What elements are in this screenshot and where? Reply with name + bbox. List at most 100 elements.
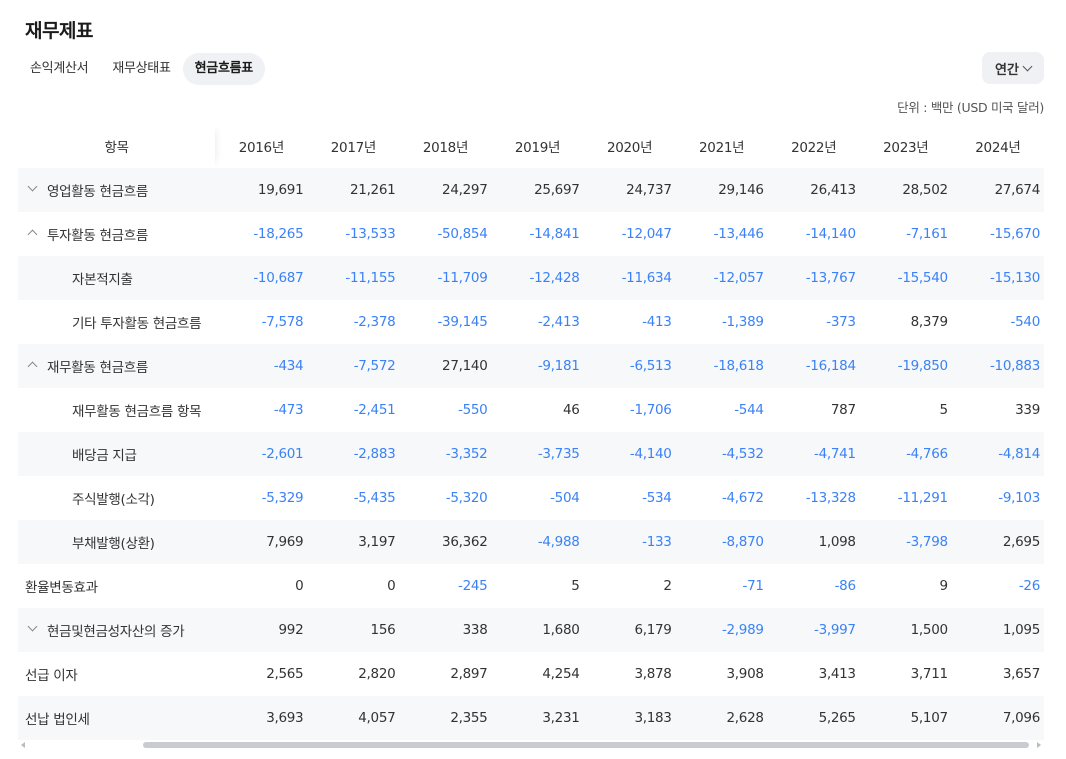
- value-cell: 3,693: [215, 696, 308, 740]
- cash-flow-table-container[interactable]: 항목 2016년 2017년 2018년 2019년 2020년 2021년 2…: [18, 124, 1044, 740]
- value-cell: 9: [939, 578, 949, 594]
- tab-income-statement[interactable]: 손익계산서: [18, 53, 100, 85]
- scrollbar-thumb[interactable]: [143, 742, 1029, 748]
- row-label-cell[interactable]: 재무활동 현금흐름: [18, 344, 216, 388]
- value-cell: -15,540: [859, 256, 952, 300]
- value-cell: -9,103: [998, 490, 1040, 506]
- chevron-down-icon[interactable]: [27, 181, 38, 192]
- value-cell: 46: [562, 402, 580, 418]
- period-label: 연간: [995, 62, 1019, 78]
- table-row[interactable]: 재무활동 현금흐름 -434 -7,572 27,140 -9,181 -6,513 -18…: [18, 344, 1044, 388]
- value-cell: 4,057: [307, 696, 400, 740]
- value-cell: -86: [834, 578, 856, 594]
- table-row: 선납 법인세 3,693 4,057 2,355 3,231 3,183 2,628 5,26…: [18, 696, 1044, 740]
- value-cell: 4,254: [542, 666, 580, 682]
- value-cell: -4,672: [721, 490, 764, 506]
- value-cell: -5,320: [445, 490, 488, 506]
- table-row[interactable]: 투자활동 현금흐름 -18,265 -13,533 -50,854 -14,841 -12…: [18, 212, 1044, 256]
- value-cell: 5,265: [767, 696, 860, 740]
- value-cell: 3,657: [1002, 666, 1040, 682]
- cash-flow-table: 항목 2016년 2017년 2018년 2019년 2020년 2021년 2…: [18, 124, 1044, 740]
- value-cell: 21,261: [307, 168, 400, 212]
- tab-cash-flow[interactable]: 현금흐름표: [182, 53, 265, 85]
- value-cell: -3,735: [491, 432, 584, 476]
- value-cell: -12,057: [675, 256, 768, 300]
- value-cell: -2,451: [353, 402, 396, 418]
- table-row: 부채발행(상환) 7,969 3,197 36,362 -4,988 -133 -8,870…: [18, 520, 1044, 564]
- value-cell: -13,446: [713, 226, 764, 242]
- value-cell: 3,878: [634, 666, 672, 682]
- value-cell: -550: [458, 402, 488, 418]
- table-row[interactable]: 현금및현금성자산의 증가 992 156 338 1,680 6,179 -2,989 -3,…: [18, 608, 1044, 652]
- row-label: 현금및현금성자산의 증가: [47, 624, 185, 640]
- value-cell: -3,997: [767, 608, 860, 652]
- column-header-year: 2019년: [514, 140, 561, 156]
- row-label-cell[interactable]: 투자활동 현금흐름: [18, 212, 215, 256]
- value-cell: 1,500: [859, 608, 952, 652]
- table-row[interactable]: 영업활동 현금흐름 19,691 21,261 24,297 25,697 24,737 2…: [18, 168, 1044, 212]
- value-cell: -39,145: [437, 314, 488, 330]
- scroll-right-arrow-icon[interactable]: [1037, 742, 1041, 748]
- value-cell: -50,854: [437, 226, 488, 242]
- period-dropdown[interactable]: 연간: [982, 52, 1044, 84]
- column-header-year: 2020년: [606, 140, 653, 156]
- row-label-cell: 재무활동 현금흐름 항목: [18, 388, 215, 432]
- row-label: 선급 이자: [25, 668, 78, 684]
- column-header-year: 2016년: [238, 140, 285, 156]
- scroll-left-arrow-icon[interactable]: [21, 742, 25, 748]
- row-label: 기타 투자활동 현금흐름: [72, 316, 202, 332]
- horizontal-scrollbar[interactable]: [18, 740, 1044, 750]
- value-cell: -18,265: [253, 226, 304, 242]
- value-cell: -4,741: [767, 432, 860, 476]
- value-cell: 2,628: [675, 696, 768, 740]
- value-cell: -2,883: [307, 432, 400, 476]
- value-cell: -15,670: [989, 226, 1040, 242]
- chevron-up-icon[interactable]: [27, 361, 38, 372]
- value-cell: 3,183: [583, 696, 676, 740]
- value-cell: 3,413: [818, 666, 856, 682]
- row-label-cell: 환율변동효과: [18, 564, 215, 608]
- value-cell: 339: [1015, 402, 1040, 418]
- value-cell: -2,378: [353, 314, 396, 330]
- row-label-cell[interactable]: 영업활동 현금흐름: [18, 168, 216, 212]
- value-cell: -7,578: [261, 314, 304, 330]
- value-cell: 6,179: [583, 608, 676, 652]
- value-cell: -504: [550, 490, 580, 506]
- value-cell: 5,107: [859, 696, 952, 740]
- column-header-year: 2018년: [422, 140, 469, 156]
- value-cell: -13,767: [767, 256, 860, 300]
- value-cell: -2,601: [215, 432, 308, 476]
- chevron-down-icon[interactable]: [27, 621, 38, 632]
- value-cell: -540: [1010, 314, 1041, 330]
- value-cell: -1,389: [721, 314, 764, 330]
- value-cell: 25,697: [491, 168, 584, 212]
- value-cell: 24,297: [399, 168, 492, 212]
- chevron-up-icon[interactable]: [27, 229, 38, 240]
- row-label-cell: 자본적지출: [18, 256, 216, 300]
- value-cell: -4,814: [951, 432, 1044, 476]
- value-cell: 3,231: [491, 696, 584, 740]
- row-label-cell[interactable]: 현금및현금성자산의 증가: [18, 608, 216, 652]
- column-header-year: 2021년: [699, 140, 745, 156]
- value-cell: 5: [571, 578, 580, 594]
- value-cell: -2,989: [675, 608, 768, 652]
- row-label: 부채발행(상환): [72, 536, 155, 552]
- value-cell: -133: [583, 520, 676, 564]
- value-cell: 19,691: [215, 168, 308, 212]
- value-cell: -6,513: [583, 344, 676, 388]
- value-cell: 787: [830, 402, 856, 418]
- value-cell: 5: [939, 402, 949, 418]
- value-cell: -1,706: [629, 402, 672, 418]
- table-row: 재무활동 현금흐름 항목 -473 -2,451 -550 46 -1,706 -544 78…: [18, 388, 1044, 432]
- value-cell: -8,870: [675, 520, 768, 564]
- row-label-cell: 배당금 지급: [18, 432, 216, 476]
- tab-balance-sheet[interactable]: 재무상태표: [100, 53, 182, 85]
- table-row: 기타 투자활동 현금흐름 -7,578 -2,378 -39,145 -2,413 -41…: [18, 300, 1044, 344]
- value-cell: -13,328: [805, 490, 856, 506]
- row-label: 주식발행(소각): [72, 492, 155, 508]
- value-cell: -3,352: [399, 432, 492, 476]
- value-cell: -10,687: [215, 256, 308, 300]
- value-cell: 29,146: [675, 168, 768, 212]
- value-cell: -373: [826, 314, 856, 330]
- column-header-item: 항목: [18, 124, 215, 168]
